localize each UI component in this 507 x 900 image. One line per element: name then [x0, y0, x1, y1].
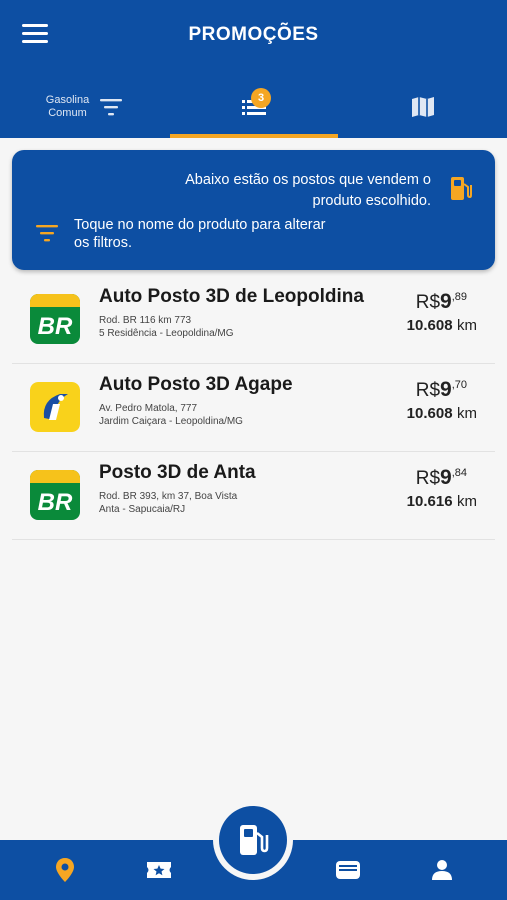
fuel-type-label: Gasolina Comum	[46, 94, 89, 120]
wallet-card-icon	[336, 861, 360, 879]
price-currency: R$	[415, 380, 441, 401]
map-icon	[411, 97, 434, 117]
app-header: PROMOÇÕES Gasolina Comum 3	[0, 0, 507, 138]
distance: 10.608 km	[407, 405, 477, 423]
page-title: PROMOÇÕES	[188, 24, 319, 45]
tab-list[interactable]: 3	[169, 76, 338, 138]
fuel-type-line2: Comum	[48, 107, 87, 119]
station-name[interactable]: Auto Posto 3D de Leopoldina	[99, 286, 364, 308]
filter-icon	[100, 99, 123, 116]
station-address: Rod. BR 393, km 37, Boa Vista	[99, 491, 238, 502]
nav-wallet[interactable]	[323, 840, 373, 900]
user-icon	[432, 860, 452, 880]
station-district: Anta - Sapucaia/RJ	[99, 504, 186, 515]
station-name[interactable]: Posto 3D de Anta	[99, 462, 256, 484]
station-district: Jardim Caiçara - Leopoldina/MG	[99, 416, 243, 427]
station-row[interactable]: Auto Posto 3D Agape Av. Pedro Matola, 77…	[12, 364, 495, 452]
ticket-star-icon	[147, 862, 171, 878]
price-integer: 9	[440, 466, 452, 489]
price-decimal: ,84	[451, 467, 467, 479]
location-pin-icon	[56, 858, 74, 882]
distance-value: 10.616	[406, 493, 453, 510]
br-logo: BR	[30, 470, 80, 520]
tab-map[interactable]	[338, 76, 507, 138]
distance-unit: km	[457, 493, 477, 510]
fuel-pump-icon	[240, 825, 269, 855]
distance-unit: km	[457, 317, 477, 334]
price: R$9,84	[416, 466, 467, 490]
svg-text:BR: BR	[38, 489, 73, 516]
price-decimal: ,70	[451, 379, 467, 391]
info-text: Abaixo estão os postos que vendem o prod…	[185, 172, 431, 209]
tab-fuel-filter[interactable]: Gasolina Comum	[0, 76, 169, 138]
info-card: Abaixo estão os postos que vendem o prod…	[12, 150, 495, 270]
station-address: Rod. BR 116 km 773	[99, 315, 192, 326]
distance-value: 10.608	[406, 317, 453, 334]
distance-value: 10.608	[406, 405, 453, 422]
nav-profile[interactable]	[417, 840, 467, 900]
price-currency: R$	[415, 468, 441, 489]
nav-location[interactable]	[40, 840, 90, 900]
tab-bar: Gasolina Comum 3	[0, 76, 507, 138]
distance-unit: km	[457, 405, 477, 422]
br-logo: BR	[30, 294, 80, 344]
price-currency: R$	[415, 292, 441, 313]
distance: 10.608 km	[407, 317, 477, 335]
nav-promotions[interactable]	[134, 840, 184, 900]
station-row[interactable]: BR Auto Posto 3D de Leopoldina Rod. BR 1…	[12, 276, 495, 364]
filter-hint-text: Toque no nome do produto para alterar os…	[74, 217, 326, 251]
svg-text:BR: BR	[38, 313, 73, 340]
price-decimal: ,89	[451, 291, 467, 303]
price-integer: 9	[440, 290, 452, 313]
station-address: Av. Pedro Matola, 777	[99, 403, 198, 414]
fuel-pump-icon	[451, 177, 472, 200]
price: R$9,70	[416, 378, 467, 402]
station-row[interactable]: BR Posto 3D de Anta Rod. BR 393, km 37, …	[12, 452, 495, 540]
station-district: 5 Residência - Leopoldina/MG	[99, 328, 234, 339]
price: R$9,89	[416, 290, 467, 314]
result-count-badge: 3	[251, 88, 271, 108]
price-integer: 9	[440, 378, 452, 401]
station-name[interactable]: Auto Posto 3D Agape	[99, 374, 293, 396]
fuel-type-line1: Gasolina	[45, 94, 90, 106]
filter-icon	[36, 225, 58, 242]
fuel-pump-button[interactable]	[219, 806, 287, 874]
ipiranga-logo	[30, 382, 80, 432]
distance: 10.616 km	[407, 493, 477, 511]
active-tab-indicator	[170, 134, 338, 138]
